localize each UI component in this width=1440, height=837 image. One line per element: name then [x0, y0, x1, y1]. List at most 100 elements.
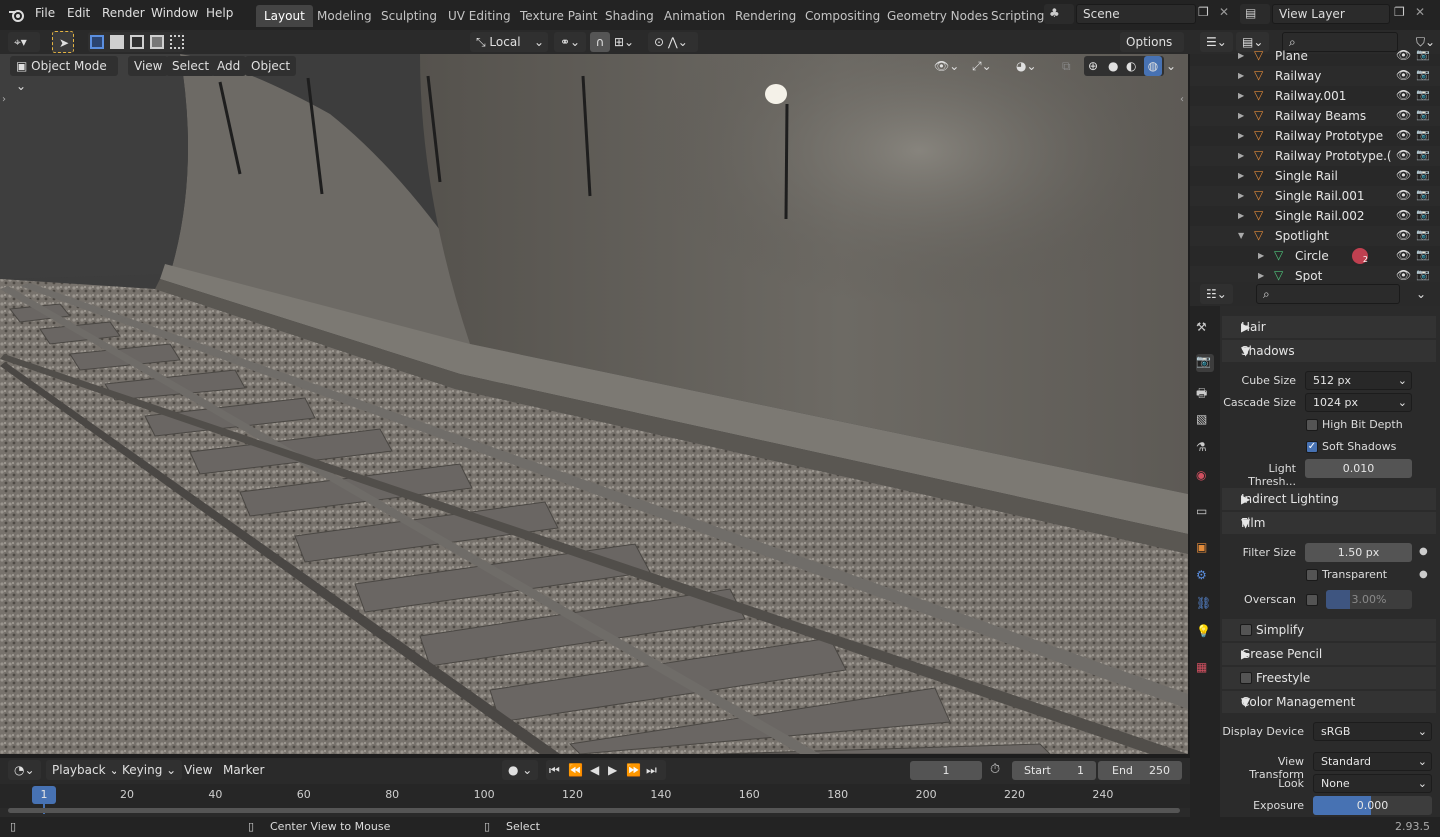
- proportional-editing-group[interactable]: ⊙ ⋀⌄: [648, 32, 698, 52]
- outliner-row[interactable]: ▶ ▽ Circle 👁 📷: [1190, 246, 1440, 266]
- select-tool-button[interactable]: ➤: [52, 31, 74, 53]
- eye-icon[interactable]: 👁: [1396, 188, 1411, 202]
- panel-color-management[interactable]: ▼ Color Management: [1222, 691, 1436, 713]
- view-layer-name-field[interactable]: View Layer: [1272, 4, 1390, 24]
- gizmo-icon[interactable]: ⤢⌄: [972, 56, 992, 76]
- play-reverse-icon[interactable]: ◀: [590, 760, 599, 780]
- select-invert-icon[interactable]: [150, 35, 164, 49]
- 3d-viewport[interactable]: ▣ Object Mode ⌄ View Select Add Object 👁…: [0, 54, 1188, 754]
- select-extend-icon[interactable]: [110, 35, 124, 49]
- wireframe-shading-icon[interactable]: ⊕: [1088, 56, 1098, 76]
- selection-mode-group[interactable]: [88, 32, 184, 52]
- cube-size-dropdown[interactable]: 512 px ⌄: [1305, 371, 1412, 390]
- keyframe-dot-icon[interactable]: ●: [1419, 546, 1428, 557]
- exposure-slider[interactable]: 0.000: [1313, 796, 1432, 815]
- camera-icon[interactable]: 📷: [1416, 48, 1430, 61]
- freestyle-checkbox[interactable]: [1240, 672, 1252, 684]
- select-subtract-icon[interactable]: [130, 35, 144, 49]
- expand-triangle-icon[interactable]: ▶: [1238, 151, 1244, 160]
- playhead[interactable]: 1: [32, 786, 56, 804]
- overscan-field[interactable]: 3.00%: [1326, 590, 1412, 609]
- select-new-icon[interactable]: [90, 35, 104, 49]
- outliner-row[interactable]: ▶ ▽ Single Rail 👁 📷: [1190, 166, 1440, 186]
- tool-tab-icon[interactable]: ⚒: [1196, 320, 1214, 338]
- start-frame-field[interactable]: Start 1: [1012, 761, 1096, 780]
- panel-shadows[interactable]: ▼ Shadows: [1222, 340, 1436, 362]
- outliner-row[interactable]: ▶ ▽ Railway Prototype.(👁 📷: [1190, 146, 1440, 166]
- eye-icon[interactable]: 👁: [1396, 208, 1411, 222]
- editor-type-icon[interactable]: ◔⌄: [8, 760, 41, 780]
- outliner-row[interactable]: ▶ ▽ Single Rail.001 👁 📷: [1190, 186, 1440, 206]
- tab-sculpting[interactable]: Sculpting: [373, 5, 445, 27]
- panel-film[interactable]: ▼ Film: [1222, 512, 1436, 534]
- panel-simplify[interactable]: ▶Simplify: [1222, 619, 1436, 641]
- panel-grease-pencil[interactable]: ▶ Grease Pencil: [1222, 643, 1436, 665]
- view-layer-selector-button[interactable]: ▤: [1240, 4, 1270, 24]
- outliner-row[interactable]: ▶ ▽ Plane 👁 📷: [1190, 46, 1440, 66]
- high-bit-depth-checkbox[interactable]: [1306, 419, 1318, 431]
- chevron-down-icon[interactable]: ⌄: [1416, 284, 1426, 304]
- select-menu[interactable]: Select: [166, 56, 216, 76]
- cascade-size-dropdown[interactable]: 1024 px ⌄: [1305, 393, 1412, 412]
- camera-icon[interactable]: 📷: [1416, 128, 1430, 141]
- camera-icon[interactable]: 📷: [1416, 228, 1430, 241]
- keying-menu[interactable]: Keying ⌄: [116, 760, 183, 780]
- menu-render[interactable]: Render: [102, 6, 145, 20]
- tab-uv-editing[interactable]: UV Editing: [440, 5, 519, 27]
- scene-tab-icon[interactable]: ⚗: [1196, 440, 1214, 458]
- timeline-scrollbar[interactable]: [8, 808, 1180, 813]
- outliner-row[interactable]: ▼ ▽ Spotlight 👁 📷: [1190, 226, 1440, 246]
- modifiers-tab-icon[interactable]: ⚙: [1196, 568, 1214, 586]
- auto-keying-button[interactable]: ● ⌄: [502, 760, 539, 780]
- close-icon[interactable]: ✕: [1415, 5, 1425, 19]
- eye-icon[interactable]: 👁: [1396, 128, 1411, 142]
- sidebar-expand-icon[interactable]: ‹: [1180, 94, 1184, 105]
- jump-start-icon[interactable]: ⏮: [549, 760, 560, 780]
- expand-triangle-icon[interactable]: ▶: [1258, 251, 1264, 260]
- copy-scene-icon[interactable]: ❐: [1198, 5, 1209, 19]
- light-threshold-field[interactable]: 0.010: [1305, 459, 1412, 478]
- eye-icon[interactable]: 👁: [1396, 168, 1411, 182]
- scene-name-field[interactable]: Scene: [1076, 4, 1196, 24]
- soft-shadows-checkbox[interactable]: ✓: [1306, 441, 1318, 453]
- snapping-group[interactable]: ∩ ⊞⌄: [590, 32, 640, 52]
- blender-logo-icon[interactable]: [8, 6, 26, 24]
- view-transform-dropdown[interactable]: Standard ⌄: [1313, 752, 1432, 771]
- tab-compositing[interactable]: Compositing: [797, 5, 888, 27]
- menu-file[interactable]: File: [35, 6, 55, 20]
- eye-icon[interactable]: 👁: [1396, 148, 1411, 162]
- menu-help[interactable]: Help: [206, 6, 233, 20]
- tab-texture-paint[interactable]: Texture Paint: [512, 5, 605, 27]
- output-tab-icon[interactable]: 🖶: [1196, 384, 1214, 402]
- camera-icon[interactable]: 📷: [1416, 248, 1430, 261]
- transparent-checkbox[interactable]: [1306, 569, 1318, 581]
- view-layer-tab-icon[interactable]: ▧: [1196, 412, 1214, 430]
- overscan-checkbox[interactable]: [1306, 594, 1318, 606]
- panel-freestyle[interactable]: ▶Freestyle: [1222, 667, 1436, 689]
- playback-menu[interactable]: Playback ⌄: [46, 760, 126, 780]
- outliner-row[interactable]: ▶ ▽ Single Rail.002 👁 📷: [1190, 206, 1440, 226]
- expand-triangle-icon[interactable]: ▶: [1238, 131, 1244, 140]
- solid-shading-icon[interactable]: ●: [1108, 56, 1118, 76]
- add-menu[interactable]: Add: [211, 56, 247, 76]
- transform-orientation-dropdown[interactable]: ⤡ Local ⌄: [470, 32, 548, 52]
- camera-icon[interactable]: 📷: [1416, 68, 1430, 81]
- tab-scripting[interactable]: Scripting: [983, 5, 1052, 27]
- filter-size-field[interactable]: 1.50 px: [1305, 543, 1412, 562]
- tab-shading[interactable]: Shading: [597, 5, 662, 27]
- eye-icon[interactable]: 👁: [1396, 248, 1411, 262]
- view-menu[interactable]: View: [128, 56, 169, 76]
- play-icon[interactable]: ▶: [608, 760, 617, 780]
- tab-geometry-nodes[interactable]: Geometry Nodes: [879, 5, 996, 27]
- prev-keyframe-icon[interactable]: ⏪: [568, 760, 583, 780]
- eye-icon[interactable]: 👁: [1396, 108, 1411, 122]
- view-menu[interactable]: View: [184, 760, 212, 780]
- expand-triangle-icon[interactable]: ▶: [1258, 271, 1264, 280]
- object-tab-icon[interactable]: ▣: [1196, 540, 1214, 558]
- camera-icon[interactable]: 📷: [1416, 208, 1430, 221]
- outliner-row[interactable]: ▶ ▽ Railway.001 👁 📷: [1190, 86, 1440, 106]
- eye-icon[interactable]: 👁: [1396, 268, 1411, 282]
- pivot-point-button[interactable]: ⚭⌄: [554, 32, 586, 52]
- editor-type-button[interactable]: ⌖▾: [8, 32, 40, 52]
- expand-triangle-icon[interactable]: ▶: [1238, 91, 1244, 100]
